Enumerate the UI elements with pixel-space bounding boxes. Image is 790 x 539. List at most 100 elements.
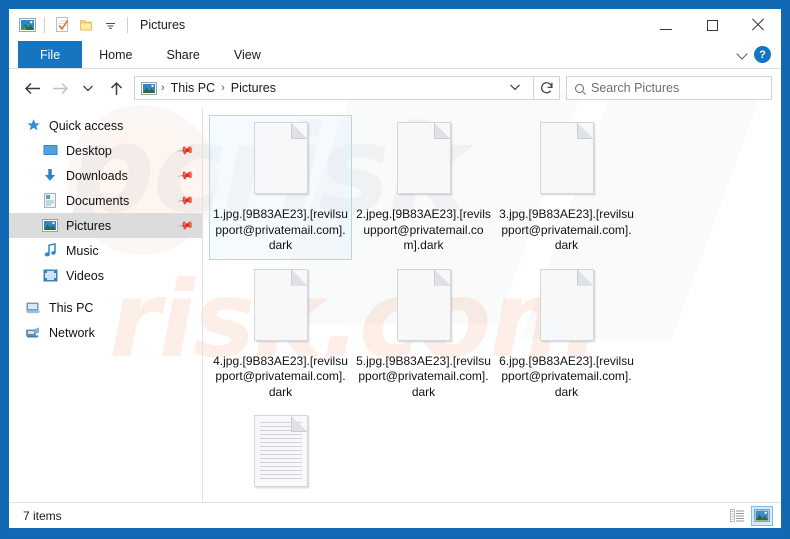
document-fold-corner: [290, 415, 308, 432]
pin-icon[interactable]: 📌: [177, 191, 196, 210]
sidebar-item-documents[interactable]: Documents 📌: [9, 188, 203, 213]
star-icon: [25, 118, 41, 134]
file-name-label: 1.jpg.[9B83AE23].[revilsupport@privatema…: [213, 207, 348, 252]
properties-icon[interactable]: [51, 14, 73, 36]
title-bar: Pictures: [9, 9, 781, 41]
close-button[interactable]: [735, 9, 781, 41]
sidebar-item-videos[interactable]: Videos: [9, 263, 203, 288]
sidebar-label: This PC: [49, 300, 94, 315]
document-sheet: [253, 415, 308, 487]
maximize-button[interactable]: [689, 9, 735, 41]
ribbon-tab-bar: File Home Share View ?: [9, 41, 781, 69]
documents-icon: [42, 193, 58, 209]
document-sheet: [253, 268, 308, 341]
refresh-button[interactable]: [534, 76, 560, 100]
sidebar-item-this-pc[interactable]: This PC: [9, 295, 203, 320]
document-sheet: [539, 122, 594, 194]
sidebar-label: Videos: [66, 268, 104, 283]
pictures-icon: [42, 218, 58, 234]
blank-document-icon: [250, 267, 312, 347]
window-title: Pictures: [140, 18, 186, 32]
new-folder-icon[interactable]: [75, 14, 97, 36]
large-icons-view-button[interactable]: [751, 505, 773, 526]
blank-document-icon: [393, 267, 455, 347]
pin-icon[interactable]: 📌: [177, 216, 196, 235]
address-dropdown-chevron-icon[interactable]: [501, 79, 529, 97]
breadcrumb-bar[interactable]: › This PC › Pictures: [134, 76, 534, 100]
search-input[interactable]: Search Pictures: [591, 81, 679, 95]
qat-separator: [44, 17, 45, 33]
breadcrumb-separator-1: ›: [161, 82, 165, 94]
breadcrumb-pictures-icon: [141, 80, 157, 96]
tab-home[interactable]: Home: [82, 41, 149, 68]
sidebar-label: Music: [66, 243, 99, 258]
document-fold-corner: [433, 122, 451, 139]
sidebar-item-network[interactable]: Network: [9, 320, 203, 345]
ribbon-right-controls: ?: [737, 41, 781, 68]
file-tile[interactable]: 3.jpg.[9B83AE23].[revilsupport@privatema…: [495, 115, 638, 260]
sidebar-label: Downloads: [66, 168, 128, 183]
blank-document-icon: [536, 120, 598, 200]
tab-share[interactable]: Share: [150, 41, 217, 68]
document-fold-corner: [576, 122, 594, 139]
up-button[interactable]: [102, 74, 130, 102]
forward-button[interactable]: [46, 74, 74, 102]
view-mode-buttons: [726, 505, 777, 526]
desktop-icon: [42, 143, 58, 159]
file-tile[interactable]: 1.jpg.[9B83AE23].[revilsupport@privatema…: [209, 115, 352, 260]
document-sheet: [396, 122, 451, 194]
maximize-icon: [706, 19, 718, 31]
breadcrumb-this-pc[interactable]: This PC: [167, 81, 219, 95]
address-bar: › This PC › Pictures Search Pictures: [9, 69, 781, 107]
file-name-label: 4.jpg.[9B83AE23].[revilsupport@privatema…: [213, 353, 348, 399]
back-button[interactable]: [18, 74, 46, 102]
document-fold-corner: [290, 268, 308, 286]
document-fold-corner: [290, 122, 308, 139]
pin-icon[interactable]: 📌: [177, 141, 196, 160]
document-fold-corner: [576, 268, 594, 286]
explorer-window: Pictures File Home Share View ? › This P…: [0, 0, 790, 539]
tab-view[interactable]: View: [217, 41, 278, 68]
item-count: 7 items: [23, 508, 62, 523]
file-tile[interactable]: readme-warning.txt: [209, 408, 352, 502]
sidebar-item-pictures[interactable]: Pictures 📌: [9, 213, 203, 238]
sidebar-label: Network: [49, 325, 95, 340]
this-pc-icon: [25, 300, 41, 316]
pin-icon[interactable]: 📌: [177, 166, 196, 185]
sidebar-item-desktop[interactable]: Desktop 📌: [9, 138, 203, 163]
file-tile[interactable]: 2.jpeg.[9B83AE23].[revilsupport@privatem…: [352, 115, 495, 260]
breadcrumb-pictures[interactable]: Pictures: [227, 81, 280, 95]
sidebar-item-music[interactable]: Music: [9, 238, 203, 263]
close-icon: [751, 18, 765, 32]
file-grid: 1.jpg.[9B83AE23].[revilsupport@privatema…: [209, 115, 777, 502]
recent-locations-chevron-icon[interactable]: [74, 74, 102, 102]
document-sheet: [539, 268, 594, 341]
help-icon[interactable]: ?: [754, 46, 771, 63]
qat-separator-2: [127, 17, 128, 33]
tab-file[interactable]: File: [18, 41, 83, 68]
file-tile[interactable]: 6.jpg.[9B83AE23].[revilsupport@privatema…: [495, 262, 638, 407]
file-tile[interactable]: 5.jpg.[9B83AE23].[revilsupport@privatema…: [352, 262, 495, 407]
sidebar-item-downloads[interactable]: Downloads 📌: [9, 163, 203, 188]
window-frame: Pictures File Home Share View ? › This P…: [8, 8, 782, 529]
pictures-folder-icon[interactable]: [16, 14, 38, 36]
music-icon: [42, 243, 58, 259]
caption-buttons: [643, 9, 781, 41]
file-list-pane[interactable]: 1.jpg.[9B83AE23].[revilsupport@privatema…: [203, 107, 781, 502]
blank-document-icon: [250, 120, 312, 200]
minimize-button[interactable]: [643, 9, 689, 41]
file-name-label: 6.jpg.[9B83AE23].[revilsupport@privatema…: [499, 353, 634, 399]
file-tile[interactable]: 4.jpg.[9B83AE23].[revilsupport@privatema…: [209, 262, 352, 407]
search-box[interactable]: Search Pictures: [566, 76, 772, 100]
sidebar-label: Documents: [66, 193, 130, 208]
sidebar-label: Pictures: [66, 218, 112, 233]
sidebar-item-quick-access[interactable]: Quick access: [9, 113, 203, 138]
expand-ribbon-chevron-icon[interactable]: [737, 49, 748, 60]
file-name-label: 2.jpeg.[9B83AE23].[revilsupport@privatem…: [356, 207, 491, 252]
customize-chevron-icon[interactable]: [99, 14, 121, 36]
text-document-icon: [250, 413, 312, 493]
details-view-button[interactable]: [726, 506, 748, 526]
explorer-body: Quick access Desktop 📌 Downloads 📌 Docum…: [9, 107, 781, 502]
breadcrumb-separator-2: ›: [221, 82, 225, 94]
